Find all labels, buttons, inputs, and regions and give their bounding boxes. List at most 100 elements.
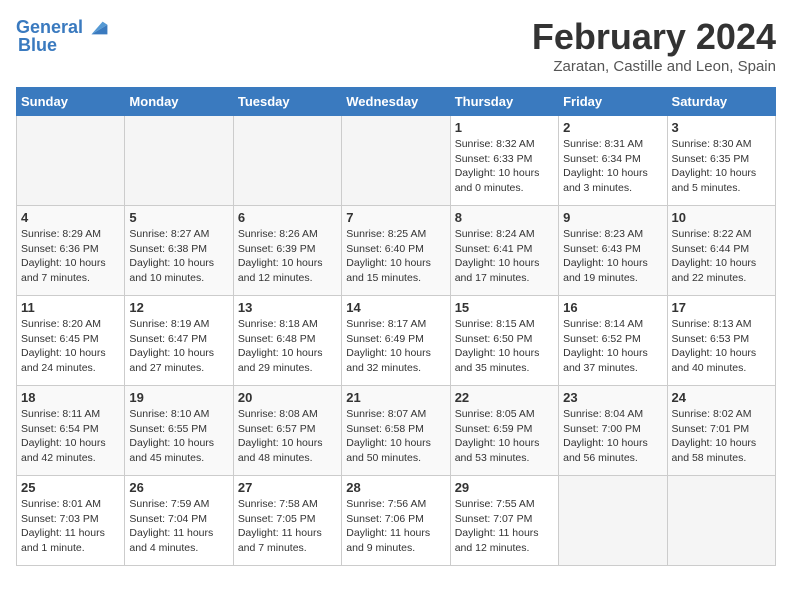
day-info: Sunrise: 8:23 AM Sunset: 6:43 PM Dayligh… [563,227,662,286]
day-info: Sunrise: 8:15 AM Sunset: 6:50 PM Dayligh… [455,317,554,376]
month-title: February 2024 [532,16,776,58]
day-info: Sunrise: 8:02 AM Sunset: 7:01 PM Dayligh… [672,407,771,466]
day-info: Sunrise: 8:04 AM Sunset: 7:00 PM Dayligh… [563,407,662,466]
day-info: Sunrise: 8:27 AM Sunset: 6:38 PM Dayligh… [129,227,228,286]
day-header-sunday: Sunday [17,88,125,116]
day-number: 14 [346,300,445,315]
day-number: 1 [455,120,554,135]
calendar-cell: 7 Sunrise: 8:25 AM Sunset: 6:40 PM Daylig… [342,206,450,296]
day-number: 12 [129,300,228,315]
day-info: Sunrise: 8:17 AM Sunset: 6:49 PM Dayligh… [346,317,445,376]
day-number: 18 [21,390,120,405]
calendar-cell: 4Sunrise: 8:29 AM Sunset: 6:36 PM Daylig… [17,206,125,296]
day-info: Sunrise: 8:10 AM Sunset: 6:55 PM Dayligh… [129,407,228,466]
day-number: 28 [346,480,445,495]
day-info: Sunrise: 8:01 AM Sunset: 7:03 PM Dayligh… [21,497,120,556]
day-number: 2 [563,120,662,135]
day-info: Sunrise: 8:30 AM Sunset: 6:35 PM Dayligh… [672,137,771,196]
calendar-cell: 3Sunrise: 8:30 AM Sunset: 6:35 PM Daylig… [667,116,775,206]
calendar-cell: 6 Sunrise: 8:26 AM Sunset: 6:39 PM Daylig… [233,206,341,296]
calendar-cell: 26 Sunrise: 7:59 AM Sunset: 7:04 PM Dayli… [125,476,233,566]
day-info: Sunrise: 8:20 AM Sunset: 6:45 PM Dayligh… [21,317,120,376]
calendar-cell [342,116,450,206]
calendar-cell: 5 Sunrise: 8:27 AM Sunset: 6:38 PM Daylig… [125,206,233,296]
logo-icon [85,16,109,40]
day-number: 29 [455,480,554,495]
day-number: 11 [21,300,120,315]
calendar-cell: 27 Sunrise: 7:58 AM Sunset: 7:05 PM Dayli… [233,476,341,566]
day-number: 27 [238,480,337,495]
calendar-table: SundayMondayTuesdayWednesdayThursdayFrid… [16,87,776,566]
day-number: 25 [21,480,120,495]
calendar-week-5: 25 Sunrise: 8:01 AM Sunset: 7:03 PM Dayli… [17,476,776,566]
day-info: Sunrise: 8:25 AM Sunset: 6:40 PM Dayligh… [346,227,445,286]
calendar-cell: 23 Sunrise: 8:04 AM Sunset: 7:00 PM Dayli… [559,386,667,476]
day-number: 24 [672,390,771,405]
page-header: General Blue February 2024 Zaratan, Cast… [16,16,776,75]
title-block: February 2024 Zaratan, Castille and Leon… [532,16,776,75]
day-number: 17 [672,300,771,315]
day-number: 22 [455,390,554,405]
day-number: 16 [563,300,662,315]
day-info: Sunrise: 8:26 AM Sunset: 6:39 PM Dayligh… [238,227,337,286]
day-number: 19 [129,390,228,405]
day-number: 20 [238,390,337,405]
day-info: Sunrise: 8:22 AM Sunset: 6:44 PM Dayligh… [672,227,771,286]
day-number: 15 [455,300,554,315]
calendar-cell [667,476,775,566]
calendar-cell: 29Sunrise: 7:55 AM Sunset: 7:07 PM Dayli… [450,476,558,566]
calendar-week-3: 11 Sunrise: 8:20 AM Sunset: 6:45 PM Dayli… [17,296,776,386]
calendar-body: 1Sunrise: 8:32 AM Sunset: 6:33 PM Daylig… [17,116,776,566]
day-info: Sunrise: 8:18 AM Sunset: 6:48 PM Dayligh… [238,317,337,376]
day-header-wednesday: Wednesday [342,88,450,116]
day-header-tuesday: Tuesday [233,88,341,116]
day-number: 21 [346,390,445,405]
day-number: 5 [129,210,228,225]
day-number: 23 [563,390,662,405]
calendar-cell: 1Sunrise: 8:32 AM Sunset: 6:33 PM Daylig… [450,116,558,206]
location: Zaratan, Castille and Leon, Spain [532,58,776,75]
calendar-cell: 24 Sunrise: 8:02 AM Sunset: 7:01 PM Dayli… [667,386,775,476]
day-info: Sunrise: 8:29 AM Sunset: 6:36 PM Dayligh… [21,227,120,286]
calendar-cell: 12 Sunrise: 8:19 AM Sunset: 6:47 PM Dayli… [125,296,233,386]
calendar-cell: 18 Sunrise: 8:11 AM Sunset: 6:54 PM Dayli… [17,386,125,476]
day-header-monday: Monday [125,88,233,116]
day-number: 8 [455,210,554,225]
day-header-saturday: Saturday [667,88,775,116]
day-info: Sunrise: 7:59 AM Sunset: 7:04 PM Dayligh… [129,497,228,556]
calendar-week-2: 4Sunrise: 8:29 AM Sunset: 6:36 PM Daylig… [17,206,776,296]
day-info: Sunrise: 8:24 AM Sunset: 6:41 PM Dayligh… [455,227,554,286]
calendar-cell: 2 Sunrise: 8:31 AM Sunset: 6:34 PM Daylig… [559,116,667,206]
calendar-cell: 14 Sunrise: 8:17 AM Sunset: 6:49 PM Dayli… [342,296,450,386]
calendar-week-1: 1Sunrise: 8:32 AM Sunset: 6:33 PM Daylig… [17,116,776,206]
calendar-header-row: SundayMondayTuesdayWednesdayThursdayFrid… [17,88,776,116]
calendar-cell: 15 Sunrise: 8:15 AM Sunset: 6:50 PM Dayli… [450,296,558,386]
day-info: Sunrise: 8:19 AM Sunset: 6:47 PM Dayligh… [129,317,228,376]
day-info: Sunrise: 8:31 AM Sunset: 6:34 PM Dayligh… [563,137,662,196]
calendar-cell: 20 Sunrise: 8:08 AM Sunset: 6:57 PM Dayli… [233,386,341,476]
calendar-cell: 8 Sunrise: 8:24 AM Sunset: 6:41 PM Daylig… [450,206,558,296]
day-info: Sunrise: 8:05 AM Sunset: 6:59 PM Dayligh… [455,407,554,466]
calendar-cell [17,116,125,206]
day-info: Sunrise: 8:11 AM Sunset: 6:54 PM Dayligh… [21,407,120,466]
day-info: Sunrise: 7:58 AM Sunset: 7:05 PM Dayligh… [238,497,337,556]
day-info: Sunrise: 8:13 AM Sunset: 6:53 PM Dayligh… [672,317,771,376]
calendar-cell [125,116,233,206]
day-info: Sunrise: 8:08 AM Sunset: 6:57 PM Dayligh… [238,407,337,466]
day-number: 9 [563,210,662,225]
day-info: Sunrise: 7:56 AM Sunset: 7:06 PM Dayligh… [346,497,445,556]
day-number: 6 [238,210,337,225]
calendar-cell [233,116,341,206]
calendar-cell: 11 Sunrise: 8:20 AM Sunset: 6:45 PM Dayli… [17,296,125,386]
day-number: 7 [346,210,445,225]
day-number: 10 [672,210,771,225]
day-number: 26 [129,480,228,495]
calendar-cell: 10 Sunrise: 8:22 AM Sunset: 6:44 PM Dayli… [667,206,775,296]
day-number: 13 [238,300,337,315]
calendar-cell: 9 Sunrise: 8:23 AM Sunset: 6:43 PM Daylig… [559,206,667,296]
day-info: Sunrise: 8:07 AM Sunset: 6:58 PM Dayligh… [346,407,445,466]
calendar-cell: 16 Sunrise: 8:14 AM Sunset: 6:52 PM Dayli… [559,296,667,386]
calendar-cell [559,476,667,566]
day-info: Sunrise: 8:14 AM Sunset: 6:52 PM Dayligh… [563,317,662,376]
calendar-cell: 13 Sunrise: 8:18 AM Sunset: 6:48 PM Dayli… [233,296,341,386]
